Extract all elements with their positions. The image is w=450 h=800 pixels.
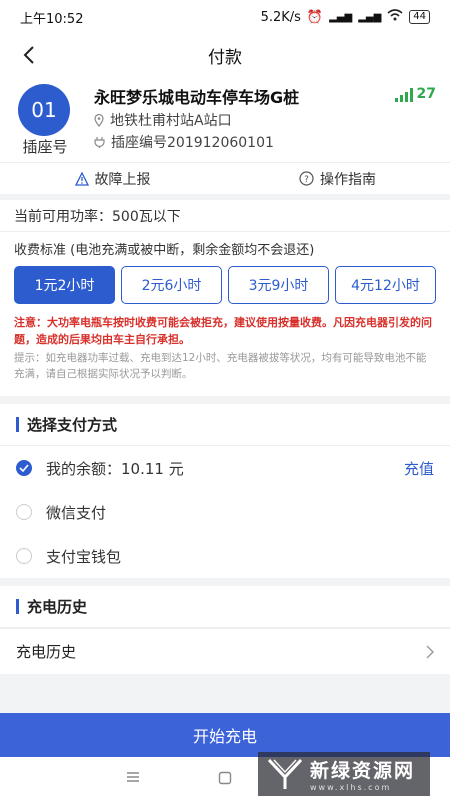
- station-name: 永旺梦乐城电动车停车场G桩: [94, 88, 300, 107]
- radio-unchecked-icon: [16, 548, 32, 564]
- fee-option-2[interactable]: 2元6小时: [121, 266, 222, 304]
- station-card: 01 插座号 永旺梦乐城电动车停车场G桩 27 地铁杜甫村站A站口 插座编号20…: [0, 76, 450, 162]
- signal-value: 27: [416, 86, 436, 102]
- home-square-icon[interactable]: [218, 771, 232, 785]
- history-section-header: 充电历史: [0, 586, 450, 628]
- station-address: 地铁杜甫村站A站口: [94, 110, 232, 130]
- history-section-title: 充电历史: [27, 598, 88, 616]
- chevron-right-icon: [426, 645, 434, 658]
- fee-tip: 提示：如充电器功率过载、充电到达12小时、充电器被拔等状况，均有可能导致电池不能…: [14, 352, 427, 380]
- warning-icon: [74, 171, 89, 186]
- signal-bars-icon: [394, 88, 413, 102]
- chevron-left-icon: [23, 46, 34, 64]
- watermark-title: 新绿资源网: [310, 760, 416, 782]
- wechat-label: 微信支付: [46, 503, 107, 522]
- section-accent-bar: [16, 417, 19, 432]
- fee-section: 收费标准 (电池充满或被中断，剩余金额均不会退还) 1元2小时 2元6小时 3元…: [0, 232, 450, 396]
- location-pin-icon: [94, 113, 104, 127]
- charge-history-label: 充电历史: [16, 643, 77, 661]
- back-button[interactable]: [12, 38, 46, 72]
- alipay-label: 支付宝钱包: [46, 547, 122, 566]
- check-icon: [16, 460, 32, 476]
- fault-report-button[interactable]: 故障上报: [0, 163, 225, 194]
- page-title: 付款: [208, 47, 242, 68]
- pay-option-alipay[interactable]: 支付宝钱包: [0, 534, 450, 578]
- payment-section-header: 选择支付方式: [0, 404, 450, 446]
- radio-unchecked-icon: [16, 504, 32, 520]
- operation-guide-button[interactable]: ? 操作指南: [225, 163, 450, 194]
- status-bar: 上午10:52 5.2K/s ⏰ ▂▄▆ ▂▄▆ 44: [0, 0, 450, 34]
- recharge-button[interactable]: 充值: [404, 458, 434, 479]
- section-accent-bar: [16, 599, 19, 614]
- network-speed: 5.2K/s: [260, 9, 301, 25]
- battery-icon: 44: [409, 10, 430, 24]
- fault-report-label: 故障上报: [94, 171, 151, 188]
- balance-label: 我的余额：10.11 元: [46, 459, 184, 478]
- socket-number-badge: 01: [18, 84, 70, 136]
- station-address-text: 地铁杜甫村站A站口: [110, 113, 232, 129]
- menu-icon[interactable]: [126, 771, 140, 783]
- cell-signal-icon-2: ▂▄▆: [358, 11, 382, 23]
- station-code: 插座编号201912060101: [94, 132, 274, 152]
- plug-icon: [94, 137, 105, 148]
- status-time: 上午10:52: [20, 11, 84, 27]
- fee-options: 1元2小时 2元6小时 3元9小时 4元12小时: [14, 266, 436, 304]
- charge-history-row[interactable]: 充电历史: [0, 628, 450, 674]
- nav-bar: 付款: [0, 34, 450, 76]
- svg-text:?: ?: [304, 175, 309, 185]
- signal-strength: 27: [394, 86, 436, 102]
- watermark-y-icon: [267, 758, 303, 789]
- status-right: 5.2K/s ⏰ ▂▄▆ ▂▄▆ 44: [261, 9, 430, 25]
- pay-option-wechat[interactable]: 微信支付: [0, 490, 450, 534]
- station-code-text: 插座编号201912060101: [111, 135, 274, 151]
- help-circle-icon: ?: [299, 171, 314, 186]
- payment-section-title: 选择支付方式: [27, 416, 118, 434]
- fee-warning: 注意：大功率电瓶车按时收费可能会被拒充，建议使用按量收费。凡因充电器引发的问题，…: [14, 316, 432, 346]
- start-charging-button[interactable]: 开始充电: [0, 713, 450, 757]
- fee-option-4[interactable]: 4元12小时: [335, 266, 436, 304]
- cell-signal-icon: ▂▄▆: [329, 11, 353, 23]
- wifi-icon: [387, 9, 403, 25]
- fee-option-3[interactable]: 3元9小时: [228, 266, 329, 304]
- fee-option-1[interactable]: 1元2小时: [14, 266, 115, 304]
- socket-label: 插座号: [22, 138, 68, 156]
- operation-guide-label: 操作指南: [320, 171, 376, 188]
- pay-option-balance[interactable]: 我的余额：10.11 元 充值: [0, 446, 450, 490]
- action-row: 故障上报 ? 操作指南: [0, 162, 450, 194]
- watermark-url: www.xlhs.com: [310, 783, 392, 792]
- watermark-logo: 新绿资源网 www.xlhs.com: [258, 752, 430, 796]
- fee-title: 收费标准 (电池充满或被中断，剩余金额均不会退还): [14, 242, 315, 258]
- alarm-icon: ⏰: [306, 9, 324, 25]
- available-power: 当前可用功率：500瓦以下: [0, 200, 450, 232]
